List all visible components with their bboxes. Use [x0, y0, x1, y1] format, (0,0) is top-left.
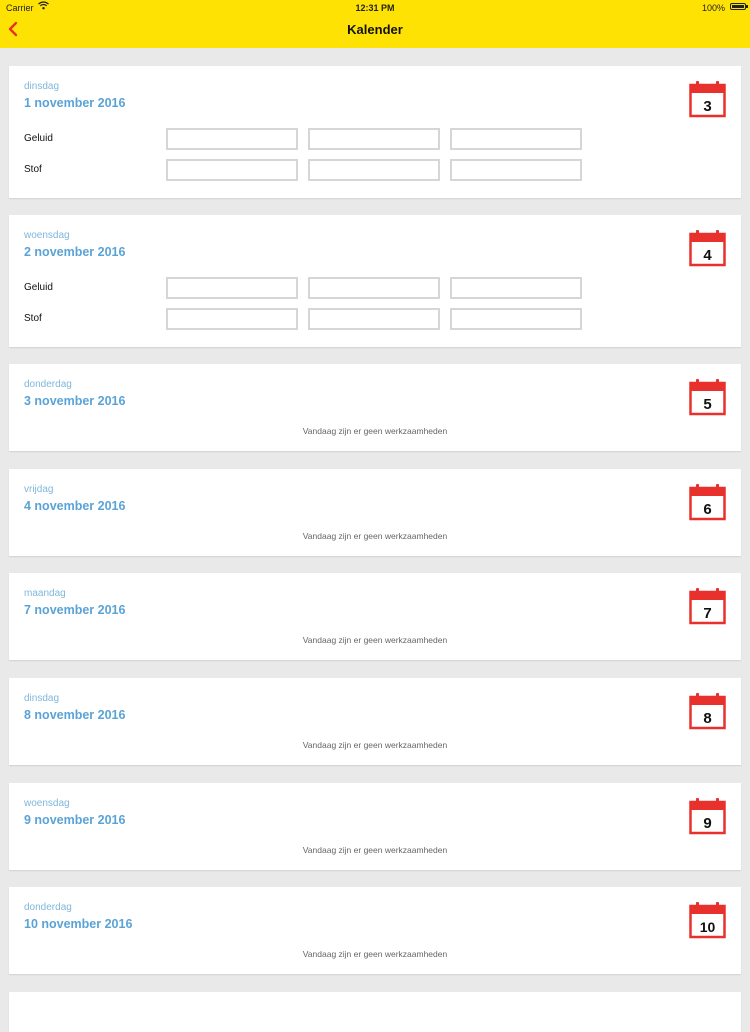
geluid-input-1[interactable] — [166, 128, 298, 150]
stof-label: Stof — [24, 313, 42, 324]
geluid-input-3[interactable] — [450, 128, 582, 150]
stof-input-1[interactable] — [166, 308, 298, 330]
day-card: dinsdag 8 november 2016 8 Vandaag zijn er g… — [9, 678, 741, 765]
stof-label: Stof — [24, 164, 42, 175]
no-work-message: Vandaag zijn er geen werkzaamheden — [302, 949, 448, 959]
status-battery-level: 100% — [701, 3, 725, 13]
calendar-icon[interactable]: 6 — [689, 483, 726, 521]
stof-input-2[interactable] — [308, 308, 440, 330]
day-date: 10 november 2016 — [24, 917, 133, 931]
calendar-icon-day: 7 — [703, 605, 711, 622]
day-card: vrijdag 4 november 2016 6 Vandaag zijn er g… — [9, 469, 741, 556]
calendar-icon[interactable]: 10 — [689, 901, 726, 939]
day-weekday: donderdag — [24, 379, 72, 390]
top-bar: Carrier 12:31 PM 100% Kalender — [0, 0, 750, 48]
geluid-input-2[interactable] — [308, 277, 440, 299]
day-card: donderdag 10 november 2016 10 Vandaag zijn … — [9, 887, 741, 974]
day-weekday: vrijdag — [24, 484, 54, 495]
day-date: 3 november 2016 — [24, 394, 126, 408]
calendar-icon-day: 6 — [703, 501, 711, 518]
page-title: Kalender — [347, 22, 403, 37]
calendar-icon-day: 10 — [700, 919, 716, 935]
day-date: 1 november 2016 — [24, 96, 126, 110]
day-weekday: woensdag — [24, 230, 70, 241]
geluid-input-1[interactable] — [166, 277, 298, 299]
status-time: 12:31 PM — [355, 3, 395, 13]
stof-input-1[interactable] — [166, 159, 298, 181]
calendar-icon-day: 5 — [703, 396, 711, 413]
calendar-icon-day: 9 — [703, 815, 711, 832]
no-work-message: Vandaag zijn er geen werkzaamheden — [302, 740, 448, 750]
day-card: donderdag 3 november 2016 5 Vandaag zijn er… — [9, 364, 741, 451]
no-work-message: Vandaag zijn er geen werkzaamheden — [302, 531, 448, 541]
day-date: 9 november 2016 — [24, 813, 126, 827]
calendar-icon[interactable]: 5 — [689, 378, 726, 416]
geluid-input-3[interactable] — [450, 277, 582, 299]
day-weekday: woensdag — [24, 798, 70, 809]
geluid-input-2[interactable] — [308, 128, 440, 150]
day-card: woensdag 2 november 2016 4 Geluid Stof — [9, 215, 741, 347]
no-work-message: Vandaag zijn er geen werkzaamheden — [302, 845, 448, 855]
calendar-icon[interactable]: 7 — [689, 587, 726, 625]
stof-input-3[interactable] — [450, 159, 582, 181]
day-date: 8 november 2016 — [24, 708, 126, 722]
battery-icon — [730, 3, 748, 10]
calendar-icon[interactable]: 8 — [689, 692, 726, 730]
day-date: 7 november 2016 — [24, 603, 126, 617]
day-weekday: maandag — [24, 588, 66, 599]
no-work-message: Vandaag zijn er geen werkzaamheden — [302, 426, 448, 436]
day-date: 4 november 2016 — [24, 499, 126, 513]
calendar-icon-day: 3 — [703, 98, 711, 115]
day-card: woensdag 9 november 2016 9 Vandaag zijn er … — [9, 783, 741, 870]
day-weekday: dinsdag — [24, 693, 60, 704]
stof-input-2[interactable] — [308, 159, 440, 181]
calendar-icon[interactable]: 3 — [689, 80, 726, 118]
geluid-label: Geluid — [24, 282, 53, 293]
no-work-message: Vandaag zijn er geen werkzaamheden — [302, 635, 448, 645]
day-weekday: dinsdag — [24, 81, 60, 92]
day-date: 2 november 2016 — [24, 245, 126, 259]
day-weekday: donderdag — [24, 902, 72, 913]
day-card: dinsdag 1 november 2016 3 Geluid Stof — [9, 66, 741, 198]
calendar-icon[interactable]: 9 — [689, 797, 726, 835]
calendar-icon-day: 8 — [703, 710, 711, 727]
geluid-label: Geluid — [24, 133, 53, 144]
calendar-icon-day: 4 — [703, 247, 712, 264]
stof-input-3[interactable] — [450, 308, 582, 330]
day-card — [9, 992, 741, 1032]
day-card: maandag 7 november 2016 7 Vandaag zijn er g… — [9, 573, 741, 660]
calendar-icon[interactable]: 4 — [689, 229, 726, 267]
